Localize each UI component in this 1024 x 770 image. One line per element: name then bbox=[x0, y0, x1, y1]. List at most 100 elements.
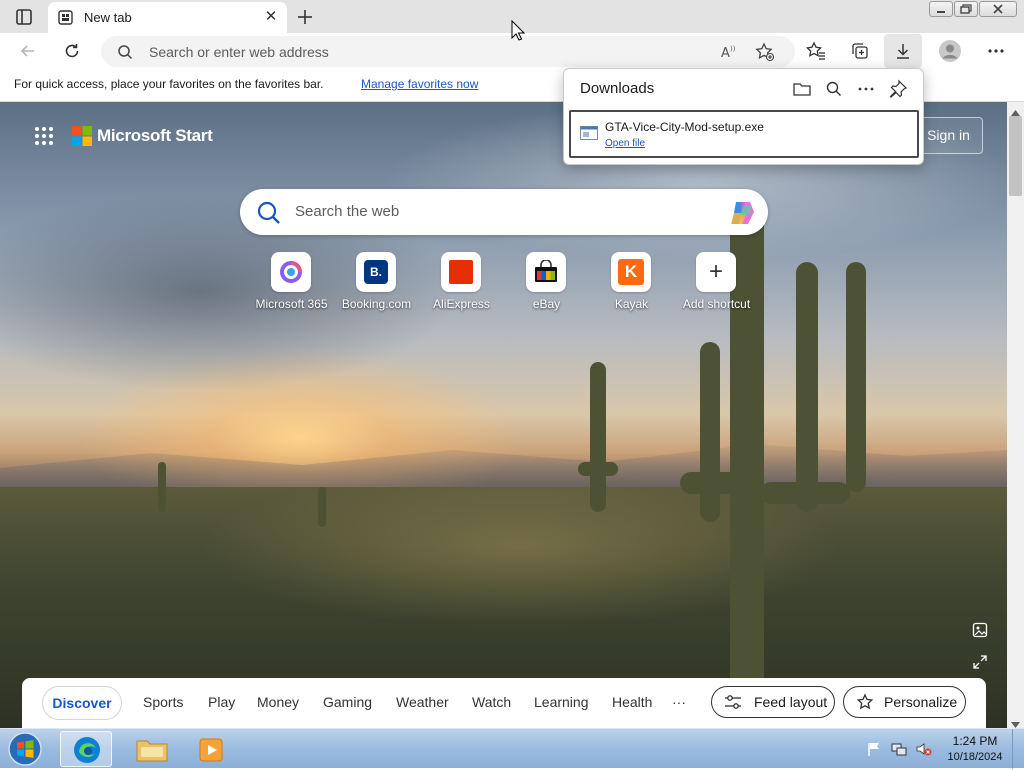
media-player-icon bbox=[198, 737, 226, 766]
feed-tab-gaming[interactable]: Gaming bbox=[323, 694, 372, 710]
folder-icon bbox=[135, 735, 169, 766]
taskbar-file-explorer[interactable] bbox=[126, 731, 178, 767]
kayak-logo: K bbox=[618, 259, 644, 285]
expand-icon[interactable] bbox=[972, 654, 988, 670]
personalize-button[interactable]: Personalize bbox=[843, 686, 966, 718]
booking-icon: B. bbox=[356, 252, 396, 292]
background-cactus bbox=[590, 362, 606, 512]
shortcut-microsoft-365[interactable]: Microsoft 365 bbox=[249, 252, 334, 312]
search-icon[interactable] bbox=[824, 79, 844, 99]
taskbar-media-player[interactable] bbox=[186, 731, 238, 767]
start-page: Microsoft Start Sign in Search the web M… bbox=[0, 102, 1007, 728]
edge-icon bbox=[71, 734, 103, 769]
background-cactus bbox=[318, 487, 326, 527]
feed-tab-money[interactable]: Money bbox=[257, 694, 299, 710]
open-file-link[interactable]: Open file bbox=[605, 138, 645, 149]
taskbar: 1:24 PM 10/18/2024 bbox=[0, 728, 1024, 769]
favorites-icon[interactable] bbox=[802, 37, 830, 65]
brand-title[interactable]: Microsoft Start bbox=[97, 126, 213, 146]
tab-new-tab[interactable]: New tab ✕ bbox=[48, 2, 287, 33]
manage-favorites-link[interactable]: Manage favorites now bbox=[361, 77, 478, 91]
more-options-icon[interactable] bbox=[856, 79, 876, 99]
executable-file-icon bbox=[580, 126, 598, 140]
web-search-placeholder: Search the web bbox=[295, 203, 400, 220]
feed-tab-play[interactable]: Play bbox=[208, 694, 235, 710]
new-tab-button[interactable] bbox=[294, 6, 316, 28]
close-tab-icon[interactable]: ✕ bbox=[263, 9, 279, 25]
scroll-thumb[interactable] bbox=[1009, 116, 1022, 196]
action-center-flag-icon[interactable] bbox=[866, 741, 882, 757]
downloads-button[interactable] bbox=[884, 34, 922, 68]
mouse-cursor-icon bbox=[511, 19, 526, 42]
copilot-icon[interactable] bbox=[728, 199, 758, 227]
tab-title: New tab bbox=[84, 10, 132, 25]
personalize-label: Personalize bbox=[884, 694, 958, 710]
refresh-icon[interactable] bbox=[58, 37, 86, 65]
background-cactus bbox=[796, 262, 818, 512]
taskbar-edge[interactable] bbox=[60, 731, 112, 767]
apps-grid-icon[interactable] bbox=[34, 126, 54, 146]
network-icon[interactable] bbox=[891, 741, 907, 757]
feed-tab-discover[interactable]: Discover bbox=[42, 686, 122, 720]
svg-text:)): )) bbox=[730, 45, 736, 53]
collections-icon[interactable] bbox=[846, 37, 874, 65]
feed-tab-weather[interactable]: Weather bbox=[396, 694, 449, 710]
sliders-icon bbox=[724, 694, 742, 710]
feed-layout-button[interactable]: Feed layout bbox=[711, 686, 835, 718]
restore-button[interactable] bbox=[954, 1, 978, 17]
shortcut-add[interactable]: + Add shortcut bbox=[674, 252, 759, 312]
feed-layout-label: Feed layout bbox=[754, 694, 828, 710]
search-icon bbox=[256, 200, 282, 226]
sign-in-button[interactable]: Sign in bbox=[914, 117, 983, 154]
shortcut-ebay[interactable]: eBay bbox=[504, 252, 589, 312]
page-scrollbar[interactable] bbox=[1007, 102, 1024, 728]
profile-avatar[interactable] bbox=[936, 37, 964, 65]
feed-tab-health[interactable]: Health bbox=[612, 694, 652, 710]
image-info-icon[interactable] bbox=[972, 622, 988, 638]
shortcut-aliexpress[interactable]: AliExpress bbox=[419, 252, 504, 312]
feed-navigation-bar: Discover Sports Play Money Gaming Weathe… bbox=[22, 678, 986, 728]
read-aloud-icon[interactable]: A)) bbox=[715, 38, 743, 66]
shortcut-kayak[interactable]: K Kayak bbox=[589, 252, 674, 312]
feed-more-icon[interactable]: ··· bbox=[672, 694, 686, 710]
pin-icon[interactable] bbox=[888, 79, 908, 99]
search-icon bbox=[117, 44, 133, 60]
plus-icon: + bbox=[696, 252, 736, 292]
start-button[interactable] bbox=[6, 731, 44, 767]
clock-time[interactable]: 1:24 PM bbox=[940, 734, 1010, 748]
sparkle-star-icon bbox=[856, 693, 874, 711]
download-file-name: GTA-Vice-City-Mod-setup.exe bbox=[605, 120, 764, 134]
svg-text:A: A bbox=[721, 46, 730, 61]
background-cactus bbox=[680, 472, 760, 494]
microsoft-logo-icon bbox=[72, 126, 92, 146]
feed-tab-sports[interactable]: Sports bbox=[143, 694, 183, 710]
plus-glyph: + bbox=[708, 258, 723, 285]
download-item[interactable]: GTA-Vice-City-Mod-setup.exe Open file bbox=[569, 110, 919, 158]
background-cactus bbox=[760, 482, 850, 504]
downloads-flyout: Downloads GTA-Vice-City-Mod-setup.exe Op… bbox=[563, 68, 924, 165]
add-favorite-icon[interactable] bbox=[751, 38, 779, 66]
background-cactus bbox=[700, 342, 720, 522]
aliexpress-icon bbox=[441, 252, 481, 292]
web-search-box[interactable]: Search the web bbox=[240, 189, 768, 235]
feed-tab-watch[interactable]: Watch bbox=[472, 694, 511, 710]
more-options-icon[interactable] bbox=[982, 37, 1010, 65]
minimize-button[interactable] bbox=[929, 1, 953, 17]
ebay-icon bbox=[526, 252, 566, 292]
volume-muted-icon[interactable] bbox=[916, 741, 932, 757]
new-tab-icon bbox=[58, 10, 73, 25]
show-desktop-button[interactable] bbox=[1012, 729, 1024, 769]
tab-actions-icon[interactable] bbox=[12, 7, 36, 27]
shortcut-booking[interactable]: B. Booking.com bbox=[334, 252, 419, 312]
back-icon[interactable] bbox=[14, 37, 42, 65]
microsoft-365-icon bbox=[271, 252, 311, 292]
background-cactus bbox=[158, 462, 166, 512]
downloads-title: Downloads bbox=[580, 80, 655, 97]
clock-date[interactable]: 10/18/2024 bbox=[940, 751, 1010, 763]
shortcut-label: Add shortcut bbox=[682, 297, 751, 311]
close-window-button[interactable] bbox=[979, 1, 1017, 17]
feed-tab-learning[interactable]: Learning bbox=[534, 694, 589, 710]
background-cactus bbox=[578, 462, 618, 476]
address-bar[interactable]: Search or enter web address A)) bbox=[101, 36, 795, 67]
open-folder-icon[interactable] bbox=[792, 79, 812, 99]
